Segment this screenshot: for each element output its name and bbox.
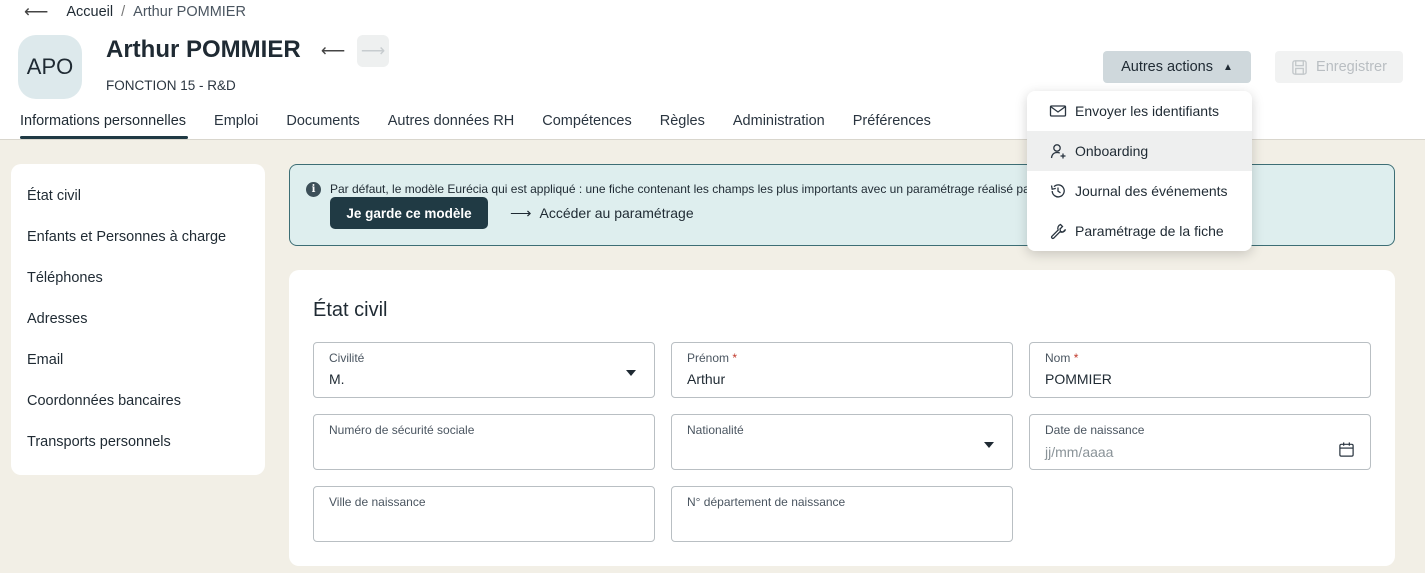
other-actions-menu: Envoyer les identifiants Onboarding Jour… — [1027, 91, 1252, 251]
breadcrumb-separator: / — [121, 4, 126, 20]
menu-item-label: Onboarding — [1075, 143, 1149, 159]
next-employee-button[interactable]: ⟶ — [357, 35, 389, 67]
field-label: Nom * — [1045, 351, 1079, 365]
settings-link[interactable]: ⟶ Accéder au paramétrage — [510, 204, 694, 222]
field-label: Date de naissance — [1045, 423, 1145, 437]
field-value: M. — [329, 371, 345, 387]
required-mark: * — [1073, 351, 1079, 365]
wrench-icon — [1050, 223, 1067, 240]
field-label: Ville de naissance — [329, 495, 426, 509]
field-label: Nationalité — [687, 423, 744, 437]
previous-employee-button[interactable]: ⟵ — [317, 35, 349, 67]
employee-function: FONCTION 15 - R&D — [106, 78, 236, 93]
sidebar-item-coordonnees-bancaires[interactable]: Coordonnées bancaires — [27, 393, 181, 409]
tab-regles[interactable]: Règles — [660, 113, 705, 137]
menu-item-onboarding[interactable]: Onboarding — [1027, 131, 1252, 171]
section-title: État civil — [313, 299, 388, 321]
tab-preferences[interactable]: Préférences — [853, 113, 931, 137]
breadcrumb-home-link[interactable]: Accueil — [66, 4, 113, 20]
menu-item-label: Paramétrage de la fiche — [1075, 223, 1224, 239]
menu-item-envoyer-identifiants[interactable]: Envoyer les identifiants — [1027, 91, 1252, 131]
user-add-icon — [1050, 144, 1066, 159]
back-arrow-icon[interactable]: ⟵ — [24, 2, 48, 22]
departement-naissance-field[interactable]: N° département de naissance — [671, 486, 1013, 542]
date-naissance-field[interactable]: Date de naissance jj/mm/aaaa — [1029, 414, 1371, 470]
tab-bar: Informations personnelles Emploi Documen… — [20, 113, 931, 139]
calendar-icon[interactable] — [1338, 441, 1355, 458]
save-button[interactable]: Enregistrer — [1275, 51, 1403, 83]
dropdown-caret-icon — [984, 442, 994, 448]
tab-documents[interactable]: Documents — [286, 113, 359, 137]
prenom-field[interactable]: Prénom * Arthur — [671, 342, 1013, 398]
other-actions-label: Autres actions — [1121, 59, 1213, 75]
tab-informations-personnelles[interactable]: Informations personnelles — [20, 113, 189, 139]
other-actions-button[interactable]: Autres actions ▲ — [1103, 51, 1251, 83]
arrow-right-icon: ⟶ — [360, 41, 386, 60]
mail-icon — [1049, 105, 1067, 117]
caret-up-icon: ▲ — [1222, 61, 1233, 73]
etat-civil-card: État civil Civilité M. Prénom * Arthur N… — [289, 270, 1395, 566]
sidebar-item-adresses[interactable]: Adresses — [27, 311, 87, 327]
keep-model-button[interactable]: Je garde ce modèle — [330, 197, 488, 229]
sidebar-item-etat-civil[interactable]: État civil — [27, 188, 81, 204]
settings-link-label: Accéder au paramétrage — [539, 205, 694, 221]
tab-emploi[interactable]: Emploi — [214, 113, 258, 137]
sidebar-item-transports[interactable]: Transports personnels — [27, 434, 171, 450]
field-label: N° département de naissance — [687, 495, 846, 509]
menu-item-label: Journal des événements — [1075, 183, 1228, 199]
arrow-right-icon: ⟶ — [510, 205, 532, 222]
history-icon — [1050, 184, 1065, 198]
info-icon: i — [306, 182, 321, 197]
sidebar-item-email[interactable]: Email — [27, 352, 63, 368]
tab-autres-donnees-rh[interactable]: Autres données RH — [388, 113, 515, 137]
tab-competences[interactable]: Compétences — [542, 113, 631, 137]
field-value: POMMIER — [1045, 371, 1112, 387]
dropdown-caret-icon — [626, 370, 636, 376]
breadcrumb: ⟵ Accueil / Arthur POMMIER — [24, 2, 246, 22]
nom-field[interactable]: Nom * POMMIER — [1029, 342, 1371, 398]
field-label: Civilité — [329, 351, 365, 365]
banner-text: Par défaut, le modèle Eurécia qui est ap… — [330, 182, 1030, 196]
nationalite-select[interactable]: Nationalité — [671, 414, 1013, 470]
avatar: APO — [18, 35, 82, 99]
sidebar-item-enfants[interactable]: Enfants et Personnes à charge — [27, 229, 226, 245]
secu-field[interactable]: Numéro de sécurité sociale — [313, 414, 655, 470]
field-value: Arthur — [687, 371, 726, 387]
breadcrumb-current: Arthur POMMIER — [133, 4, 246, 20]
ville-naissance-field[interactable]: Ville de naissance — [313, 486, 655, 542]
menu-item-journal-evenements[interactable]: Journal des événements — [1027, 171, 1252, 211]
menu-item-parametrage-fiche[interactable]: Paramétrage de la fiche — [1027, 211, 1252, 251]
menu-item-label: Envoyer les identifiants — [1075, 103, 1219, 119]
tab-administration[interactable]: Administration — [733, 113, 825, 137]
page-title: Arthur POMMIER — [106, 36, 301, 63]
sidebar-item-telephones[interactable]: Téléphones — [27, 270, 103, 286]
field-label: Prénom * — [687, 351, 738, 365]
field-placeholder: jj/mm/aaaa — [1045, 444, 1114, 460]
field-label: Numéro de sécurité sociale — [329, 423, 475, 437]
save-icon — [1292, 59, 1307, 75]
section-sidebar: État civil Enfants et Personnes à charge… — [11, 164, 265, 475]
required-mark: * — [732, 351, 738, 365]
save-label: Enregistrer — [1316, 59, 1387, 75]
arrow-left-icon: ⟵ — [320, 41, 346, 60]
civilite-select[interactable]: Civilité M. — [313, 342, 655, 398]
